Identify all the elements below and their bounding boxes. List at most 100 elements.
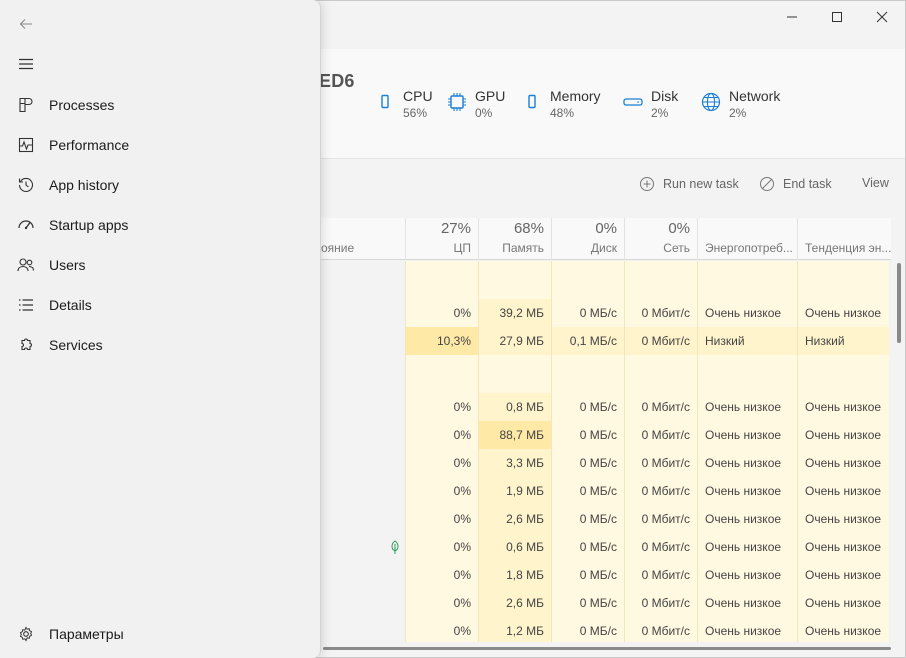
cpu-cell [405, 261, 478, 299]
power-usage-cell: Очень низкое [697, 533, 797, 561]
performance-icon [16, 135, 36, 155]
power-usage-cell: Очень низкое [697, 617, 797, 642]
column-power-usage[interactable]: Энергопотреб... [697, 218, 797, 260]
power-trend-cell: Очень низкое [797, 449, 889, 477]
disk-cell: 0 МБ/с [551, 393, 624, 421]
power-trend-cell: Очень низкое [797, 533, 889, 561]
memory-cell: 0,6 МБ [478, 533, 551, 561]
column-disk[interactable]: 0% Диск [551, 218, 624, 260]
nav-item-processes[interactable]: Processes [0, 85, 320, 125]
metric-label: Memory [550, 88, 601, 104]
end-task-button[interactable]: End task [759, 176, 832, 192]
back-arrow-icon[interactable] [14, 12, 38, 36]
network-cell: 0 Мбит/с [624, 561, 697, 589]
metric-label: Disk [651, 88, 679, 104]
disk-cell: 0 МБ/с [551, 421, 624, 449]
metric-network[interactable]: Network 2% [701, 87, 780, 121]
column-power-trend[interactable]: Тенденция эн... [797, 218, 891, 260]
column-name: ЦП [453, 241, 471, 255]
memory-cell: 0,8 МБ [478, 393, 551, 421]
memory-icon [522, 91, 542, 113]
power-usage-cell: Очень низкое [697, 589, 797, 617]
power-trend-cell: Очень низкое [797, 561, 889, 589]
run-new-task-button[interactable]: Run new task [639, 176, 739, 192]
memory-cell: 3,3 МБ [478, 449, 551, 477]
disk-cell: 0 МБ/с [551, 477, 624, 505]
metric-value: 2% [729, 106, 747, 120]
network-cell: 0 Мбит/с [624, 449, 697, 477]
network-cell: 0 Мбит/с [624, 617, 697, 642]
machine-name: ED6 [319, 71, 355, 91]
metric-label: GPU [475, 88, 506, 104]
nav-item-details[interactable]: Details [0, 285, 320, 325]
nav-item-settings[interactable]: Параметры [0, 614, 320, 654]
network-cell: 0 Мбит/с [624, 589, 697, 617]
block-icon [760, 177, 774, 191]
metric-label: Network [729, 88, 781, 104]
network-cell [624, 355, 697, 393]
network-cell: 0 Мбит/с [624, 421, 697, 449]
metric-disk[interactable]: Disk 2% [623, 87, 678, 121]
power-trend-cell: Очень низкое [797, 421, 889, 449]
nav-item-label: Details [49, 297, 92, 313]
cpu-cell: 0% [405, 449, 478, 477]
column-name: Тенденция эн... [805, 241, 891, 255]
column-name: Сеть [663, 241, 690, 255]
nav-item-services[interactable]: Services [0, 325, 320, 365]
nav-item-app-history[interactable]: App history [0, 165, 320, 205]
power-usage-cell: Очень низкое [697, 477, 797, 505]
power-usage-cell: Очень низкое [697, 299, 797, 327]
disk-cell: 0 МБ/с [551, 533, 624, 561]
maximize-icon[interactable] [814, 1, 860, 33]
view-button[interactable]: View [862, 176, 889, 190]
metric-memory[interactable]: Memory 48% [522, 87, 601, 121]
minimize-icon[interactable] [769, 1, 815, 33]
efficiency-mode-leaf-icon [387, 539, 403, 555]
memory-cell: 1,2 МБ [478, 617, 551, 642]
memory-cell: 88,7 МБ [478, 421, 551, 449]
memory-cell: 1,8 МБ [478, 561, 551, 589]
nav-item-label: Services [49, 337, 103, 353]
nav-item-performance[interactable]: Performance [0, 125, 320, 165]
power-usage-cell: Очень низкое [697, 561, 797, 589]
hamburger-menu-icon[interactable] [14, 52, 38, 76]
column-network[interactable]: 0% Сеть [624, 218, 697, 260]
close-icon[interactable] [859, 1, 905, 33]
cpu-cell: 0% [405, 477, 478, 505]
metric-cpu[interactable]: CPU 56% [375, 87, 433, 121]
add-circle-icon [640, 177, 654, 191]
power-trend-cell: Очень низкое [797, 617, 889, 642]
nav-item-label: Performance [49, 137, 130, 153]
memory-cell: 39,2 МБ [478, 299, 551, 327]
vertical-scrollbar[interactable] [897, 263, 901, 343]
column-status[interactable]: ояние [319, 218, 405, 260]
power-usage-cell: Очень низкое [697, 449, 797, 477]
column-name: Диск [590, 241, 617, 255]
power-trend-cell: Очень низкое [797, 477, 889, 505]
nav-item-label: Параметры [49, 626, 124, 642]
nav-item-label: Users [49, 257, 86, 273]
nav-item-startup-apps[interactable]: Startup apps [0, 205, 320, 245]
horizontal-scrollbar[interactable] [323, 647, 891, 650]
power-usage-cell [697, 355, 797, 393]
users-icon [16, 255, 36, 275]
power-usage-cell [697, 261, 797, 299]
disk-cell: 0 МБ/с [551, 617, 624, 642]
column-memory[interactable]: 68% Память [478, 218, 551, 260]
column-name: ояние [321, 241, 355, 255]
network-cell: 0 Мбит/с [624, 477, 697, 505]
network-cell [624, 261, 697, 299]
metric-gpu[interactable]: GPU 0% [447, 87, 505, 121]
metric-value: 48% [550, 106, 575, 120]
network-cell: 0 Мбит/с [624, 299, 697, 327]
disk-cell [551, 355, 624, 393]
cpu-cell: 10,3% [405, 327, 478, 355]
column-cpu[interactable]: 27% ЦП [405, 218, 478, 260]
network-cell: 0 Мбит/с [624, 505, 697, 533]
processes-icon [16, 95, 36, 115]
memory-cell [478, 355, 551, 393]
column-name: Память [502, 241, 544, 255]
power-trend-cell [797, 261, 889, 299]
nav-item-users[interactable]: Users [0, 245, 320, 285]
network-cell: 0 Мбит/с [624, 533, 697, 561]
